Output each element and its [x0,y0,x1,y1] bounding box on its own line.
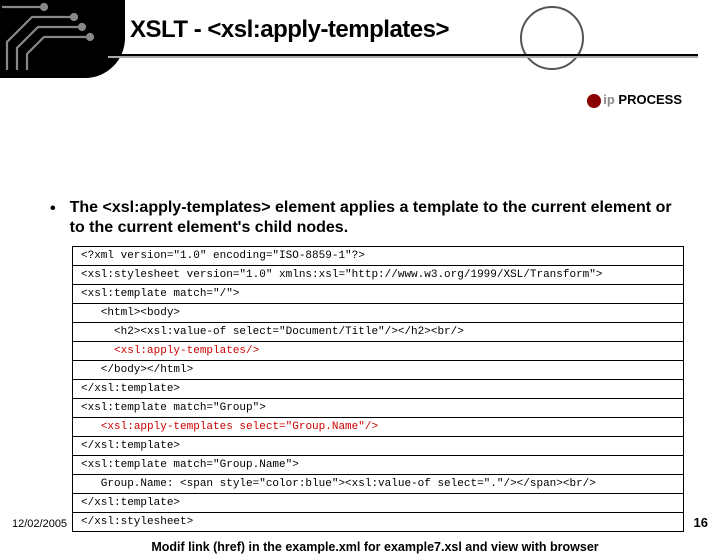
code-line: </xsl:stylesheet> [73,513,683,531]
code-line: </xsl:template> [73,380,683,399]
bullet-marker: • [50,200,56,218]
header-region: XSLT - <xsl:apply-templates> [0,0,720,78]
code-line: <xsl:stylesheet version="1.0" xmlns:xsl=… [73,266,683,285]
corner-graphic [0,0,125,78]
logo-suffix: PROCESS [618,92,682,107]
logo-prefix: ip [603,92,615,107]
code-line: <html><body> [73,304,683,323]
content-area: • The <xsl:apply-templates> element appl… [0,78,720,554]
footer-date: 12/02/2005 [12,518,67,530]
code-line: </body></html> [73,361,683,380]
code-box: <?xml version="1.0" encoding="ISO-8859-1… [72,246,684,532]
code-line: Group.Name: <span style="color:blue"><xs… [73,475,683,494]
code-line: <xsl:template match="/"> [73,285,683,304]
slide-title: XSLT - <xsl:apply-templates> [130,16,449,44]
logo: ip PROCESS [587,92,682,108]
logo-ball-icon [587,94,601,108]
bullet-item: • The <xsl:apply-templates> element appl… [50,198,684,238]
decorative-circle [520,6,584,70]
code-line: </xsl:template> [73,494,683,513]
code-line: <?xml version="1.0" encoding="ISO-8859-1… [73,247,683,266]
code-indent [81,421,101,433]
code-line: <xsl:apply-templates/> [73,342,683,361]
code-highlight: <xsl:apply-templates select="Group.Name"… [101,421,378,433]
note-text: Modif link (href) in the example.xml for… [66,540,684,554]
bullet-text: The <xsl:apply-templates> element applie… [70,198,684,238]
title-underline [108,54,698,58]
code-line: <xsl:template match="Group"> [73,399,683,418]
code-line: <h2><xsl:value-of select="Document/Title… [73,323,683,342]
page-number: 16 [694,515,708,530]
code-line: <xsl:template match="Group.Name"> [73,456,683,475]
code-indent [81,345,114,357]
code-line: <xsl:apply-templates select="Group.Name"… [73,418,683,437]
code-line: </xsl:template> [73,437,683,456]
code-highlight: <xsl:apply-templates/> [114,345,259,357]
